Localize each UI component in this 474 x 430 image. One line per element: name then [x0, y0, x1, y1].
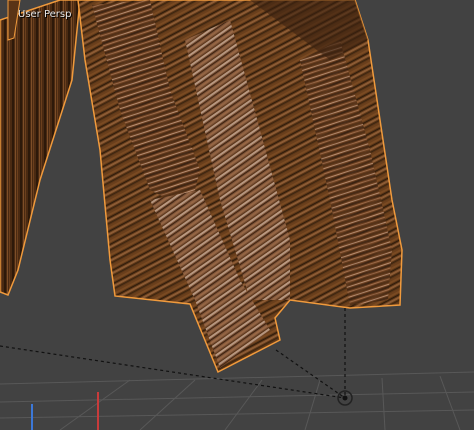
viewport-view-label: User Persp [18, 9, 72, 20]
3d-viewport[interactable]: User Persp [0, 0, 474, 430]
viewport-canvas[interactable] [0, 0, 474, 430]
